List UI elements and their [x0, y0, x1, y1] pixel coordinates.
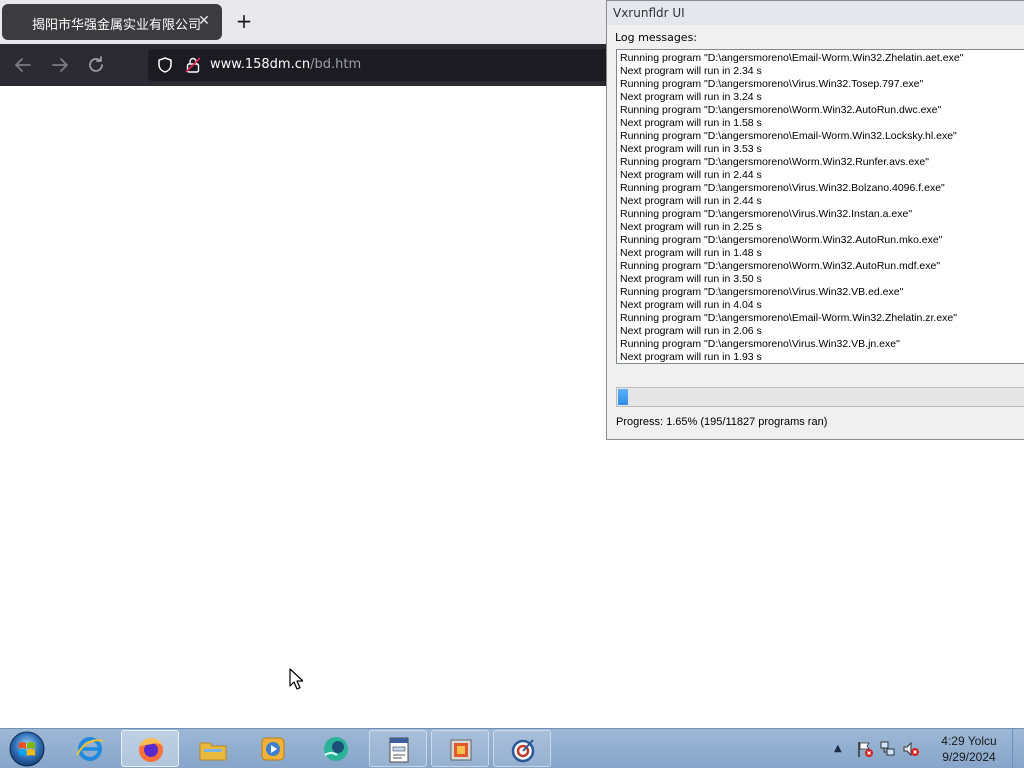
clock-time: 4:29 Yolcu	[941, 734, 997, 748]
log-line: Running program "D:\angersmoreno\Worm.Wi…	[620, 234, 943, 246]
url-path: /bd.htm	[310, 57, 362, 72]
vxrunfldr-window: Vxrunfldr UI Log messages: Running progr…	[606, 0, 1024, 440]
new-tab-button[interactable]: +	[232, 10, 256, 34]
window-title: Vxrunfldr UI	[613, 6, 685, 20]
taskbar-firefox[interactable]	[121, 730, 179, 767]
log-line: Next program will run in 3.53 s	[620, 143, 762, 155]
app-icon	[324, 737, 348, 761]
show-hidden-icons-arrow[interactable]: ▲	[834, 743, 842, 754]
system-clock[interactable]: 4:29 Yolcu 9/29/2024	[930, 733, 1008, 765]
internet-explorer-icon	[76, 737, 104, 761]
file-explorer-icon	[199, 742, 227, 761]
taskbar: ▲ 4:29 Yolcu 9/29/2024	[0, 728, 1024, 768]
progress-text: Progress: 1.65% (195/11827 programs ran)	[616, 416, 828, 428]
url-host: www.158dm.cn	[210, 57, 311, 72]
taskbar-document[interactable]	[369, 730, 427, 767]
network-icon[interactable]	[879, 740, 897, 758]
archive-icon	[450, 739, 472, 761]
mouse-cursor-icon	[289, 668, 303, 690]
document-icon	[389, 737, 409, 763]
log-line: Running program "D:\angersmoreno\Email-W…	[620, 52, 964, 64]
log-line: Next program will run in 1.48 s	[620, 247, 762, 259]
clock-date: 9/29/2024	[942, 750, 996, 764]
log-line: Running program "D:\angersmoreno\Email-W…	[620, 312, 957, 324]
log-line: Running program "D:\angersmoreno\Virus.W…	[620, 182, 945, 194]
taskbar-internet-explorer[interactable]	[61, 730, 119, 767]
start-orb-icon[interactable]	[4, 730, 50, 768]
tracking-protection-shield-icon[interactable]	[156, 56, 174, 74]
log-line: Running program "D:\angersmoreno\Worm.Wi…	[620, 156, 929, 168]
tab-title: 揭阳市华强金属实业有限公司	[32, 18, 202, 33]
log-line: Next program will run in 3.50 s	[620, 273, 762, 285]
log-line: Next program will run in 1.58 s	[620, 117, 762, 129]
log-line: Next program will run in 4.04 s	[620, 299, 762, 311]
window-titlebar[interactable]: Vxrunfldr UI	[607, 1, 1024, 25]
taskbar-tool[interactable]	[493, 730, 551, 767]
show-desktop-button[interactable]	[1012, 729, 1024, 768]
action-center-flag-icon[interactable]	[856, 740, 874, 758]
tool-icon	[511, 739, 535, 763]
close-tab-icon[interactable]: ✕	[196, 12, 212, 30]
browser-tab[interactable]: 揭阳市华强金属实业有限公司 ✕	[2, 4, 222, 40]
forward-arrow-icon[interactable]	[49, 54, 71, 76]
log-line: Running program "D:\angersmoreno\Worm.Wi…	[620, 104, 942, 116]
log-messages-label: Log messages:	[615, 31, 698, 44]
log-messages-box[interactable]: Running program "D:\angersmoreno\Email-W…	[616, 49, 1024, 364]
log-line: Running program "D:\angersmoreno\Virus.W…	[620, 338, 900, 350]
log-line: Next program will run in 2.44 s	[620, 169, 762, 181]
reload-icon[interactable]	[85, 54, 107, 76]
log-line: Next program will run in 2.44 s	[620, 195, 762, 207]
firefox-icon	[139, 738, 163, 762]
log-line: Next program will run in 1.93 s	[620, 351, 762, 363]
log-line: Next program will run in 3.24 s	[620, 91, 762, 103]
volume-muted-icon[interactable]	[902, 740, 920, 758]
log-line: Next program will run in 2.06 s	[620, 325, 762, 337]
log-line: Running program "D:\angersmoreno\Virus.W…	[620, 286, 904, 298]
log-line: Next program will run in 2.34 s	[620, 65, 762, 77]
taskbar-media-player[interactable]	[244, 730, 302, 767]
taskbar-archive[interactable]	[431, 730, 489, 767]
log-line: Running program "D:\angersmoreno\Virus.W…	[620, 208, 913, 220]
log-line: Running program "D:\angersmoreno\Worm.Wi…	[620, 260, 941, 272]
media-player-icon	[261, 737, 285, 761]
taskbar-file-explorer[interactable]	[184, 730, 242, 767]
log-line: Next program will run in 2.25 s	[620, 221, 762, 233]
taskbar-app[interactable]	[307, 730, 365, 767]
progress-bar	[616, 387, 1024, 407]
url-text: www.158dm.cn/bd.htm	[210, 57, 361, 72]
back-arrow-icon[interactable]	[12, 54, 34, 76]
insecure-lock-icon[interactable]	[184, 56, 202, 74]
log-line: Running program "D:\angersmoreno\Email-W…	[620, 130, 957, 142]
progress-bar-fill	[618, 389, 628, 405]
log-line: Running program "D:\angersmoreno\Virus.W…	[620, 78, 924, 90]
